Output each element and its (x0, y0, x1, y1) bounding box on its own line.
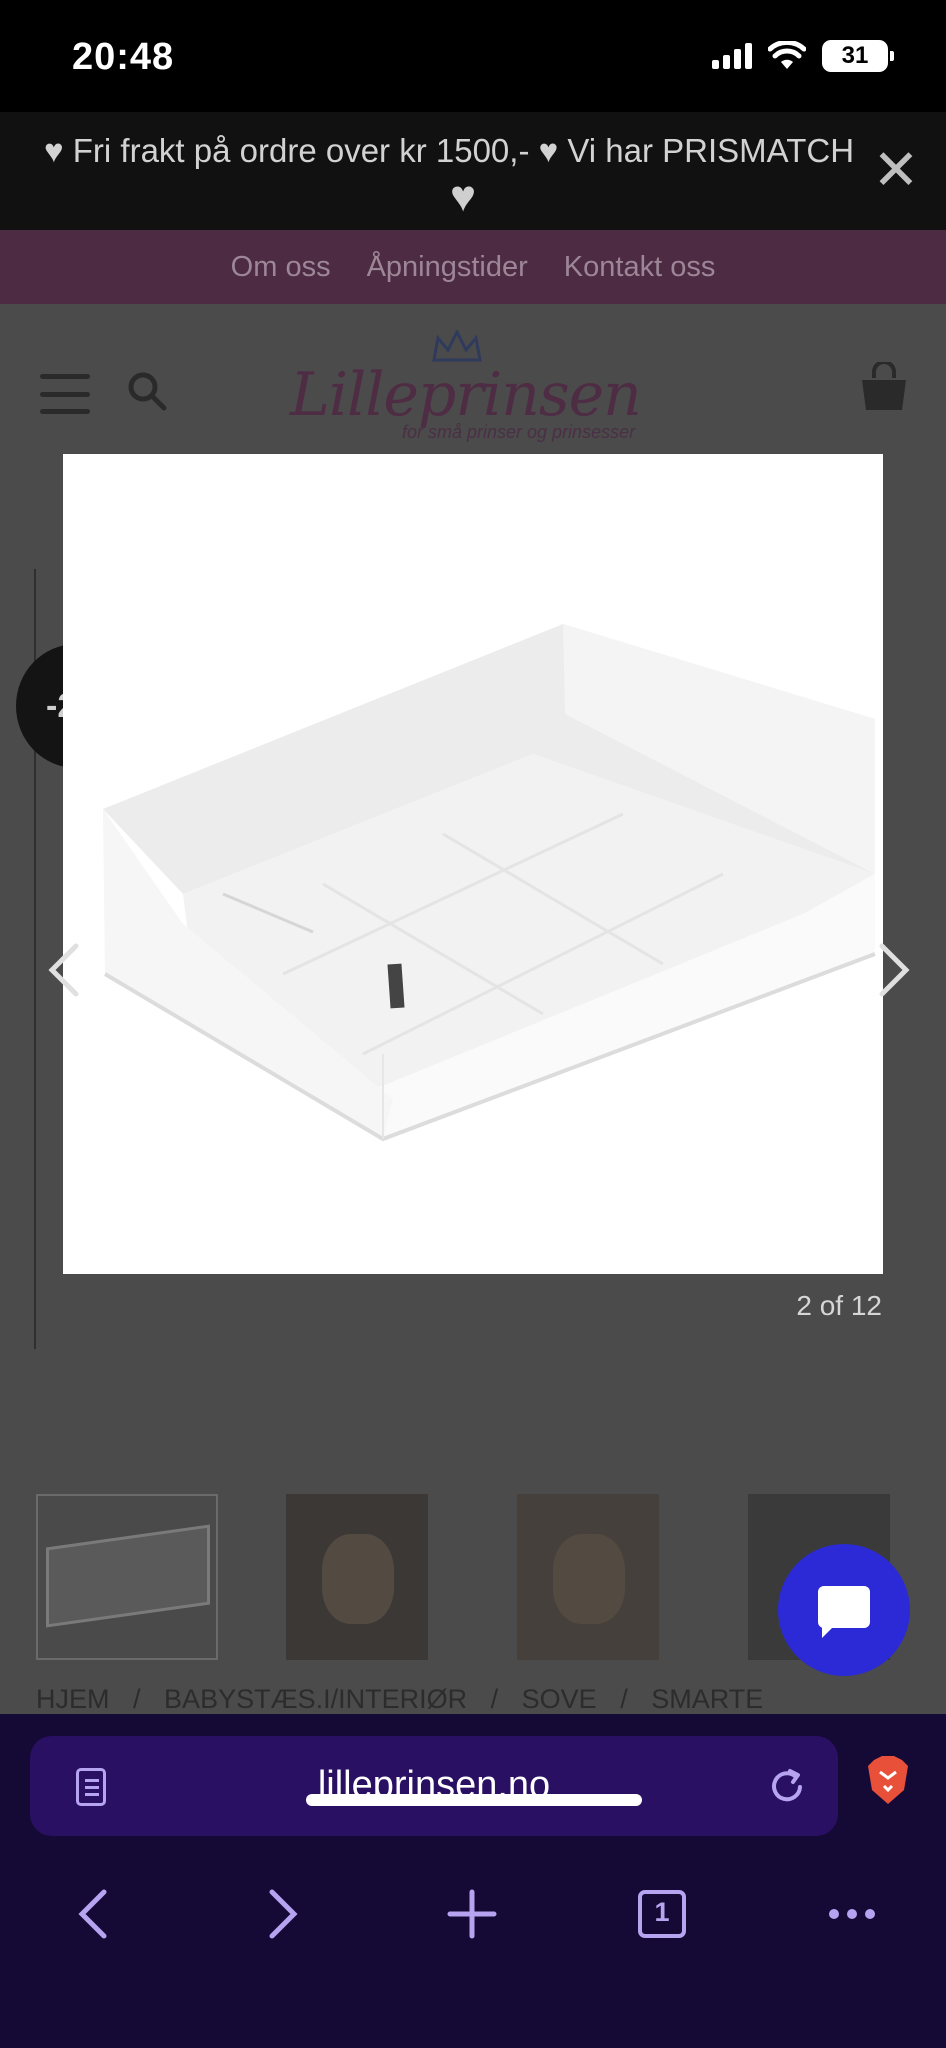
breadcrumb-item[interactable]: HJEM (36, 1684, 110, 1714)
tab-count: 1 (654, 1897, 670, 1927)
image-counter: 2 of 12 (796, 1290, 882, 1321)
promo-banner: ♥ Fri frakt på ordre over kr 1500,- ♥ Vi… (0, 112, 946, 230)
home-indicator[interactable] (306, 1794, 642, 1806)
hamburger-icon[interactable] (40, 374, 90, 414)
battery-indicator: 31 (822, 40, 894, 72)
status-icons: 31 (712, 40, 894, 72)
top-nav: Om oss Åpningstider Kontakt oss (0, 230, 946, 304)
address-bar[interactable]: lilleprinsen.no (30, 1736, 838, 1836)
thumbnail-3[interactable] (517, 1494, 659, 1660)
promo-heart: ♥ (450, 172, 477, 221)
browser-toolbar: lilleprinsen.no 1 (0, 1714, 946, 2048)
promo-text: ♥ Fri frakt på ordre over kr 1500,- ♥ Vi… (44, 132, 855, 169)
chat-icon (818, 1586, 870, 1628)
breadcrumb-separator: / (620, 1684, 628, 1714)
wifi-icon (768, 41, 806, 69)
thumbnail-1[interactable] (36, 1494, 218, 1660)
breadcrumb-item[interactable]: BABYSTÆS.I/INTERIØR (164, 1684, 467, 1714)
status-time: 20:48 (72, 36, 175, 78)
back-icon[interactable] (64, 1884, 124, 1944)
product-image (103, 624, 876, 1142)
tabs-button[interactable]: 1 (632, 1884, 692, 1944)
new-tab-icon[interactable] (442, 1884, 502, 1944)
nav-link-om-oss[interactable]: Om oss (231, 251, 331, 284)
cellular-signal-icon (712, 43, 752, 69)
cart-icon[interactable] (858, 362, 910, 412)
reload-icon[interactable] (766, 1766, 808, 1808)
nav-link-apningstider[interactable]: Åpningstider (367, 251, 528, 284)
close-icon[interactable]: ✕ (868, 142, 924, 198)
more-icon[interactable] (822, 1884, 882, 1944)
brave-shield-icon[interactable] (866, 1756, 910, 1806)
breadcrumb-item[interactable]: SOVE (522, 1684, 597, 1714)
logo-tagline: for små prinser og prinsesser (402, 422, 636, 442)
thumbnail-2[interactable] (286, 1494, 428, 1660)
nav-link-kontakt-oss[interactable]: Kontakt oss (564, 251, 716, 284)
breadcrumb-separator: / (133, 1684, 141, 1714)
chevron-right-icon[interactable] (874, 940, 914, 1000)
breadcrumb: HJEM / BABYSTÆS.I/INTERIØR / SOVE / SMAR… (36, 1684, 779, 1715)
crown-icon (432, 330, 482, 362)
chevron-left-icon[interactable] (44, 940, 84, 1000)
search-icon[interactable] (126, 370, 168, 412)
lightbox-image[interactable] (63, 454, 883, 1274)
breadcrumb-item[interactable]: SMARTE (651, 1684, 763, 1714)
site-logo[interactable]: Lilleprinsen for små prinser og prinsess… (290, 330, 660, 450)
breadcrumb-separator: / (490, 1684, 499, 1714)
status-bar: 20:48 31 (0, 0, 946, 112)
forward-icon[interactable] (252, 1884, 312, 1944)
logo-text: Lilleprinsen (290, 360, 642, 430)
chat-button[interactable] (778, 1544, 910, 1676)
